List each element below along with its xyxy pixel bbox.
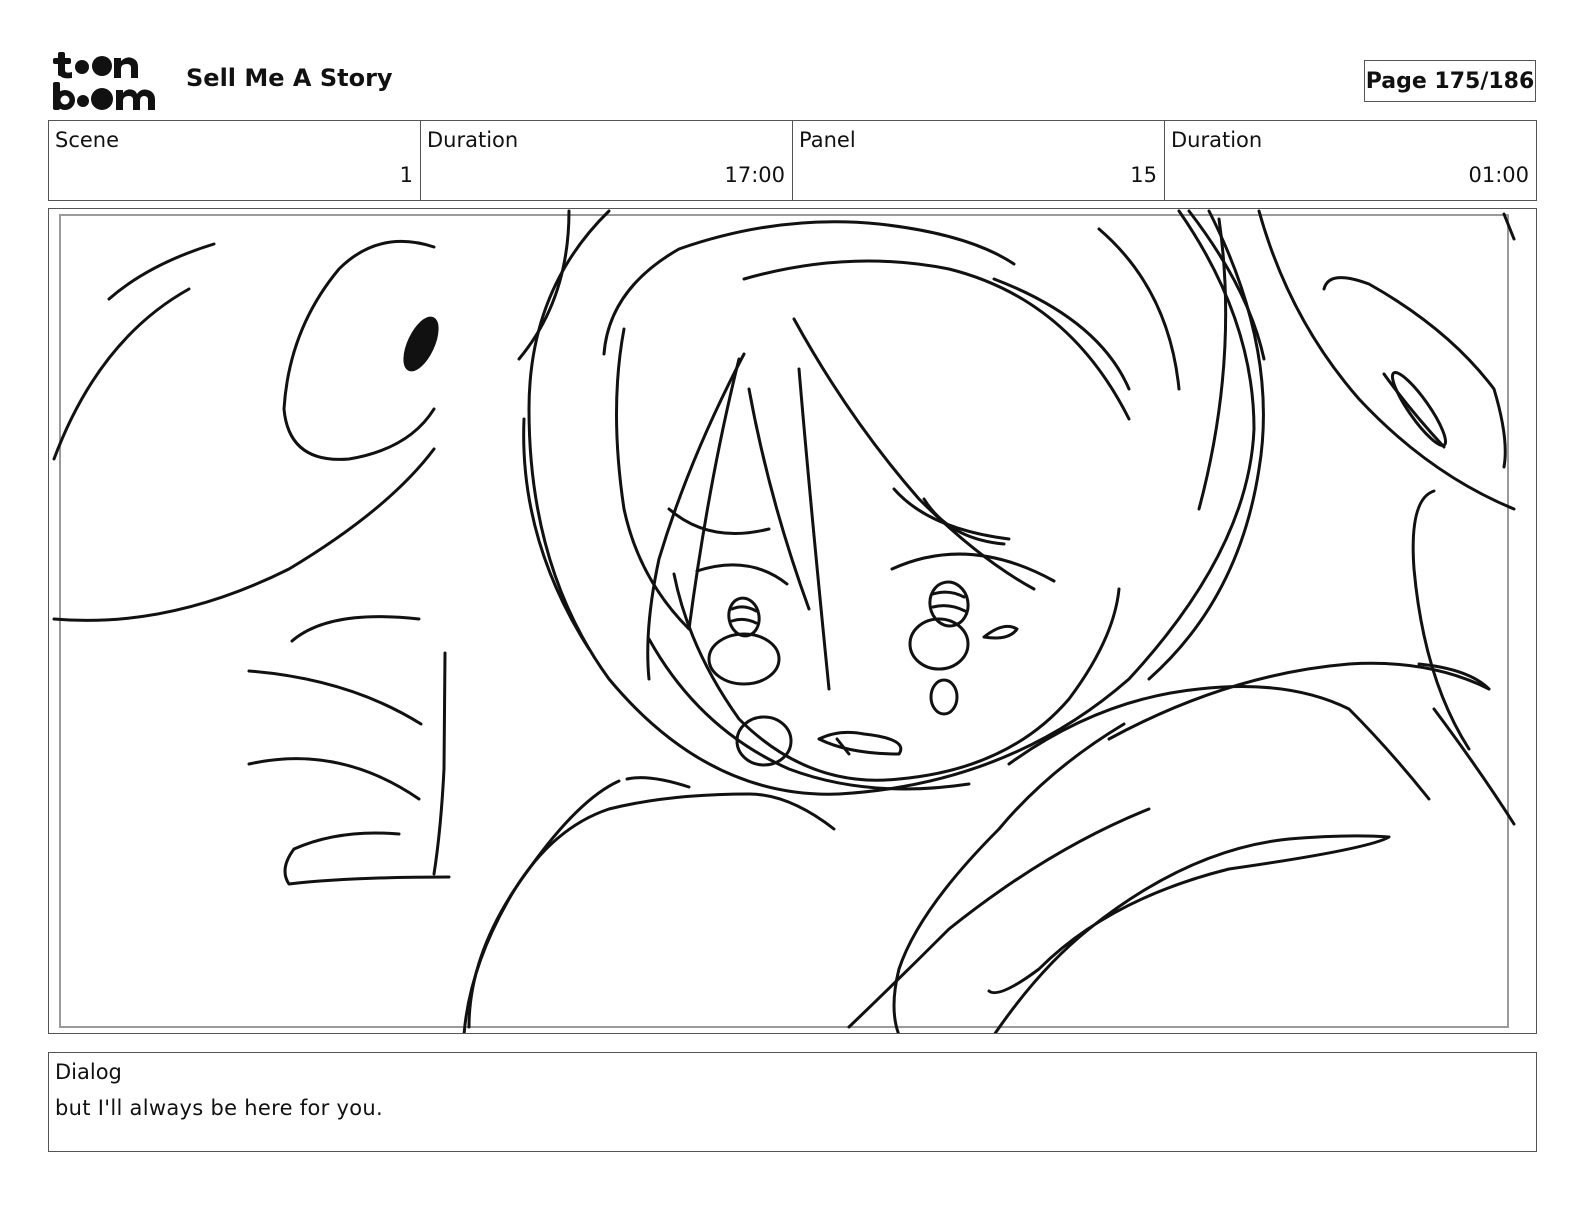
project-title: Sell Me A Story bbox=[186, 64, 393, 92]
storyboard-sketch bbox=[52, 209, 1516, 1033]
scene-value: 1 bbox=[399, 163, 413, 187]
scene-duration-value: 17:00 bbox=[724, 163, 785, 187]
page-indicator: Page 175/186 bbox=[1364, 60, 1536, 102]
panel-duration-value: 01:00 bbox=[1468, 163, 1529, 187]
dialog-box: Dialog but I'll always be here for you. bbox=[48, 1052, 1537, 1152]
scene-duration-cell: Duration 17:00 bbox=[421, 121, 793, 200]
panel-info-table: Scene 1 Duration 17:00 Panel 15 Duration… bbox=[48, 120, 1537, 201]
panel-label: Panel bbox=[799, 128, 856, 152]
dialog-text: but I'll always be here for you. bbox=[55, 1096, 383, 1120]
panel-cell: Panel 15 bbox=[793, 121, 1165, 200]
panel-duration-cell: Duration 01:00 bbox=[1165, 121, 1536, 200]
scene-label: Scene bbox=[55, 128, 120, 152]
dialog-label: Dialog bbox=[55, 1060, 122, 1084]
scene-cell: Scene 1 bbox=[49, 121, 421, 200]
panel-value: 15 bbox=[1130, 163, 1157, 187]
scene-duration-label: Duration bbox=[427, 128, 519, 152]
storyboard-panel-frame bbox=[48, 208, 1537, 1034]
toon-boom-logo bbox=[52, 50, 164, 112]
panel-duration-label: Duration bbox=[1171, 128, 1263, 152]
